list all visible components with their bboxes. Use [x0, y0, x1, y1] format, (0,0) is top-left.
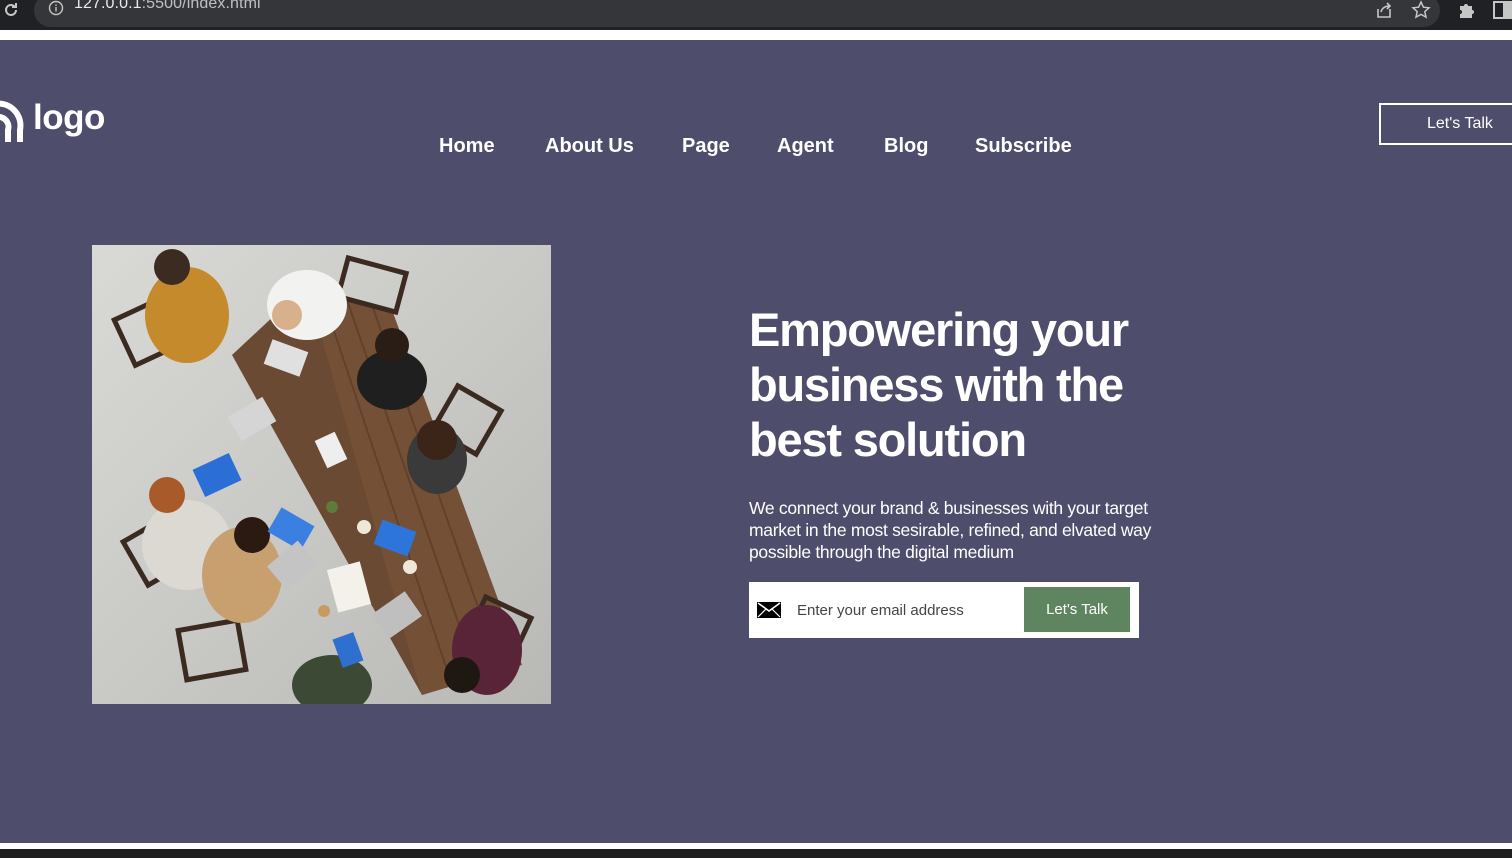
team-meeting-photo — [92, 245, 551, 704]
nav-item-about-us[interactable]: About Us — [545, 132, 634, 160]
mail-icon — [757, 602, 781, 618]
hero-subtext: We connect your brand & businesses with … — [749, 498, 1152, 562]
nav-item-blog[interactable]: Blog — [884, 132, 928, 160]
puzzle-icon[interactable] — [1457, 0, 1477, 20]
email-input[interactable] — [789, 592, 1025, 628]
logo-text: logo — [33, 98, 105, 137]
header-lets-talk-button[interactable]: Let's Talk — [1379, 103, 1512, 145]
hero-image — [92, 245, 551, 704]
url-path: :5500/index.html — [141, 0, 261, 12]
hero-headline: Empowering your business with the best s… — [749, 303, 1129, 466]
address-bar[interactable]: 127.0.0.1:5500/index.html — [34, 0, 1440, 27]
nav-item-page[interactable]: Page — [682, 132, 730, 160]
reload-icon[interactable] — [2, 1, 20, 19]
page-top-border — [0, 30, 1512, 40]
side-panel-icon[interactable] — [1493, 1, 1512, 19]
landing-page: logo Home About Us Page Agent Blog Subsc… — [0, 40, 1512, 843]
browser-toolbar: 127.0.0.1:5500/index.html — [0, 0, 1512, 30]
logo-mark-icon — [0, 100, 24, 142]
hero-lets-talk-button[interactable]: Let's Talk — [1024, 587, 1130, 632]
nav-item-home[interactable]: Home — [439, 132, 495, 160]
star-icon[interactable] — [1411, 0, 1431, 20]
info-icon[interactable] — [48, 0, 64, 16]
nav-item-agent[interactable]: Agent — [777, 132, 834, 160]
share-icon[interactable] — [1374, 0, 1394, 20]
nav-item-subscribe[interactable]: Subscribe — [975, 132, 1072, 160]
url-text[interactable]: 127.0.0.1:5500/index.html — [74, 0, 261, 14]
taskbar — [0, 849, 1512, 858]
email-subscribe-form: Let's Talk — [749, 582, 1139, 638]
url-host: 127.0.0.1 — [74, 0, 142, 12]
